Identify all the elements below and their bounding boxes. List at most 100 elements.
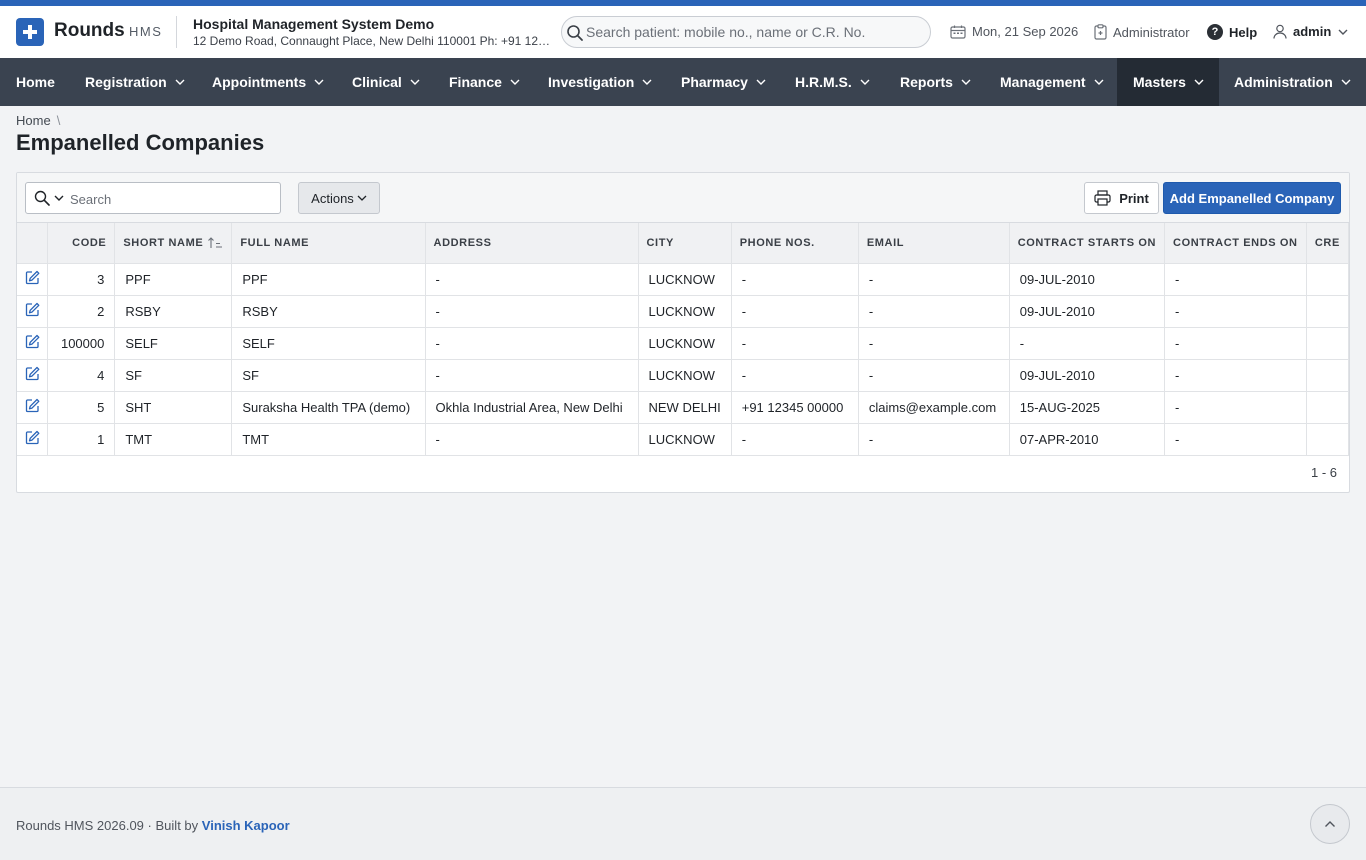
app-header: Rounds HMS Hospital Management System De… xyxy=(0,6,1366,58)
table-header-row: CODE SHORT NAME FULL NAME ADDRESS CITY P… xyxy=(17,223,1349,264)
edit-row-button[interactable] xyxy=(17,263,49,296)
cell-phone: +91 12345 00000 xyxy=(731,391,859,424)
cell-full-name: TMT xyxy=(231,423,426,456)
grid-search-box[interactable] xyxy=(25,182,281,214)
table-row: 4 SF SF - LUCKNOW - -09-JUL-2010- xyxy=(17,359,1349,392)
nav-clinical[interactable]: Clinical xyxy=(352,58,420,106)
footer-author-link[interactable]: Vinish Kapoor xyxy=(202,818,290,833)
companies-card: Actions Print Add Empanelled Company COD… xyxy=(16,172,1350,493)
column-header-short-name[interactable]: SHORT NAME xyxy=(114,223,233,264)
header-role-text: Administrator xyxy=(1113,24,1190,40)
nav-home[interactable]: Home xyxy=(16,58,55,106)
hospital-address: 12 Demo Road, Connaught Place, New Delhi… xyxy=(193,34,551,48)
cell-email: - xyxy=(858,295,1010,328)
nav-appointments[interactable]: Appointments xyxy=(212,58,324,106)
cell-phone: - xyxy=(731,295,859,328)
cell-short-name: SELF xyxy=(114,327,233,360)
cell-created xyxy=(1306,391,1349,424)
table-row: 1 TMT TMT - LUCKNOW - -07-APR-2010- xyxy=(17,423,1349,456)
search-column-selector[interactable] xyxy=(34,190,64,206)
table-row: 5 SHT Suraksha Health TPA (demo) Okhla Indu… xyxy=(17,391,1349,424)
cell-contract-start: 07-APR-2010 xyxy=(1009,423,1166,456)
nav-masters[interactable]: Masters xyxy=(1117,58,1219,106)
cell-full-name: SF xyxy=(231,359,426,392)
nav-clinical-label: Clinical xyxy=(352,74,402,90)
cell-phone: - xyxy=(731,423,859,456)
header-date: Mon, 21 Sep 2026 xyxy=(950,24,1078,39)
plus-icon xyxy=(23,25,37,39)
edit-row-button[interactable] xyxy=(17,359,49,392)
edit-icon xyxy=(25,430,40,445)
edit-row-button[interactable] xyxy=(17,423,49,456)
chevron-down-icon xyxy=(314,79,324,85)
cell-contract-end: - xyxy=(1164,359,1307,392)
edit-row-button[interactable] xyxy=(17,327,49,360)
edit-row-button[interactable] xyxy=(17,295,49,328)
print-button[interactable]: Print xyxy=(1084,182,1159,214)
column-header-email[interactable]: EMAIL xyxy=(858,223,1010,264)
column-header-created[interactable]: CRE xyxy=(1306,223,1349,264)
column-header-full-name[interactable]: FULL NAME xyxy=(231,223,426,264)
breadcrumb-home[interactable]: Home xyxy=(16,113,51,128)
chevron-down-icon xyxy=(756,79,766,85)
app-logo[interactable] xyxy=(16,18,44,46)
header-role[interactable]: Administrator xyxy=(1094,24,1190,40)
main-navigation: Home Registration Appointments Clinical … xyxy=(0,58,1366,106)
search-icon xyxy=(567,25,583,41)
add-empanelled-company-button[interactable]: Add Empanelled Company xyxy=(1163,182,1341,214)
patient-search-box[interactable] xyxy=(561,16,931,48)
grid-toolbar: Actions Print Add Empanelled Company xyxy=(17,173,1349,223)
cell-phone: - xyxy=(731,263,859,296)
nav-administration-label: Administration xyxy=(1234,74,1333,90)
cell-address: - xyxy=(425,295,639,328)
cell-phone: - xyxy=(731,327,859,360)
column-header-contract-start[interactable]: CONTRACT STARTS ON xyxy=(1009,223,1166,264)
cell-short-name: SF xyxy=(114,359,233,392)
nav-finance[interactable]: Finance xyxy=(449,58,520,106)
cell-short-name: TMT xyxy=(114,423,233,456)
chevron-up-icon xyxy=(1325,821,1335,827)
column-header-contract-end[interactable]: CONTRACT ENDS ON xyxy=(1164,223,1307,264)
column-header-code[interactable]: CODE xyxy=(47,223,116,264)
patient-search-input[interactable] xyxy=(586,22,916,42)
cell-city: LUCKNOW xyxy=(638,295,732,328)
page-footer: Rounds HMS 2026.09 · Built by Vinish Kap… xyxy=(0,787,1366,860)
chevron-down-icon xyxy=(175,79,185,85)
actions-menu-button[interactable]: Actions xyxy=(298,182,380,214)
cell-contract-end: - xyxy=(1164,327,1307,360)
grid-search-input[interactable] xyxy=(70,189,270,209)
cell-created xyxy=(1306,327,1349,360)
cell-full-name: SELF xyxy=(231,327,426,360)
footer-app-version: Rounds HMS 2026.09 xyxy=(16,818,144,833)
nav-administration[interactable]: Administration xyxy=(1234,58,1351,106)
nav-management[interactable]: Management xyxy=(1000,58,1104,106)
cell-contract-start: 09-JUL-2010 xyxy=(1009,295,1166,328)
edit-row-button[interactable] xyxy=(17,391,49,424)
calendar-icon xyxy=(950,25,966,39)
table-row: 3 PPF PPF - LUCKNOW - -09-JUL-2010- xyxy=(17,263,1349,296)
column-header-city[interactable]: CITY xyxy=(638,223,732,264)
nav-investigation[interactable]: Investigation xyxy=(548,58,652,106)
pagination-info: 1 - 6 xyxy=(1310,465,1337,480)
footer-built-by: Built by xyxy=(155,818,199,833)
user-menu[interactable]: admin xyxy=(1273,24,1348,39)
header-divider xyxy=(176,16,177,48)
nav-investigation-label: Investigation xyxy=(548,74,635,90)
cell-code: 2 xyxy=(47,295,116,328)
nav-pharmacy[interactable]: Pharmacy xyxy=(681,58,766,106)
column-header-phone[interactable]: PHONE NOS. xyxy=(731,223,859,264)
cell-address: - xyxy=(425,359,639,392)
cell-contract-start: 09-JUL-2010 xyxy=(1009,359,1166,392)
help-link[interactable]: ? Help xyxy=(1207,24,1257,40)
nav-hrms[interactable]: H.R.M.S. xyxy=(795,58,870,106)
cell-code: 3 xyxy=(47,263,116,296)
page-title: Empanelled Companies xyxy=(16,130,265,155)
nav-registration[interactable]: Registration xyxy=(85,58,185,106)
help-icon: ? xyxy=(1207,24,1223,40)
nav-pharmacy-label: Pharmacy xyxy=(681,74,748,90)
cell-email: - xyxy=(858,263,1010,296)
cell-created xyxy=(1306,263,1349,296)
nav-reports[interactable]: Reports xyxy=(900,58,971,106)
scroll-to-top-button[interactable] xyxy=(1310,804,1350,844)
column-header-address[interactable]: ADDRESS xyxy=(425,223,639,264)
